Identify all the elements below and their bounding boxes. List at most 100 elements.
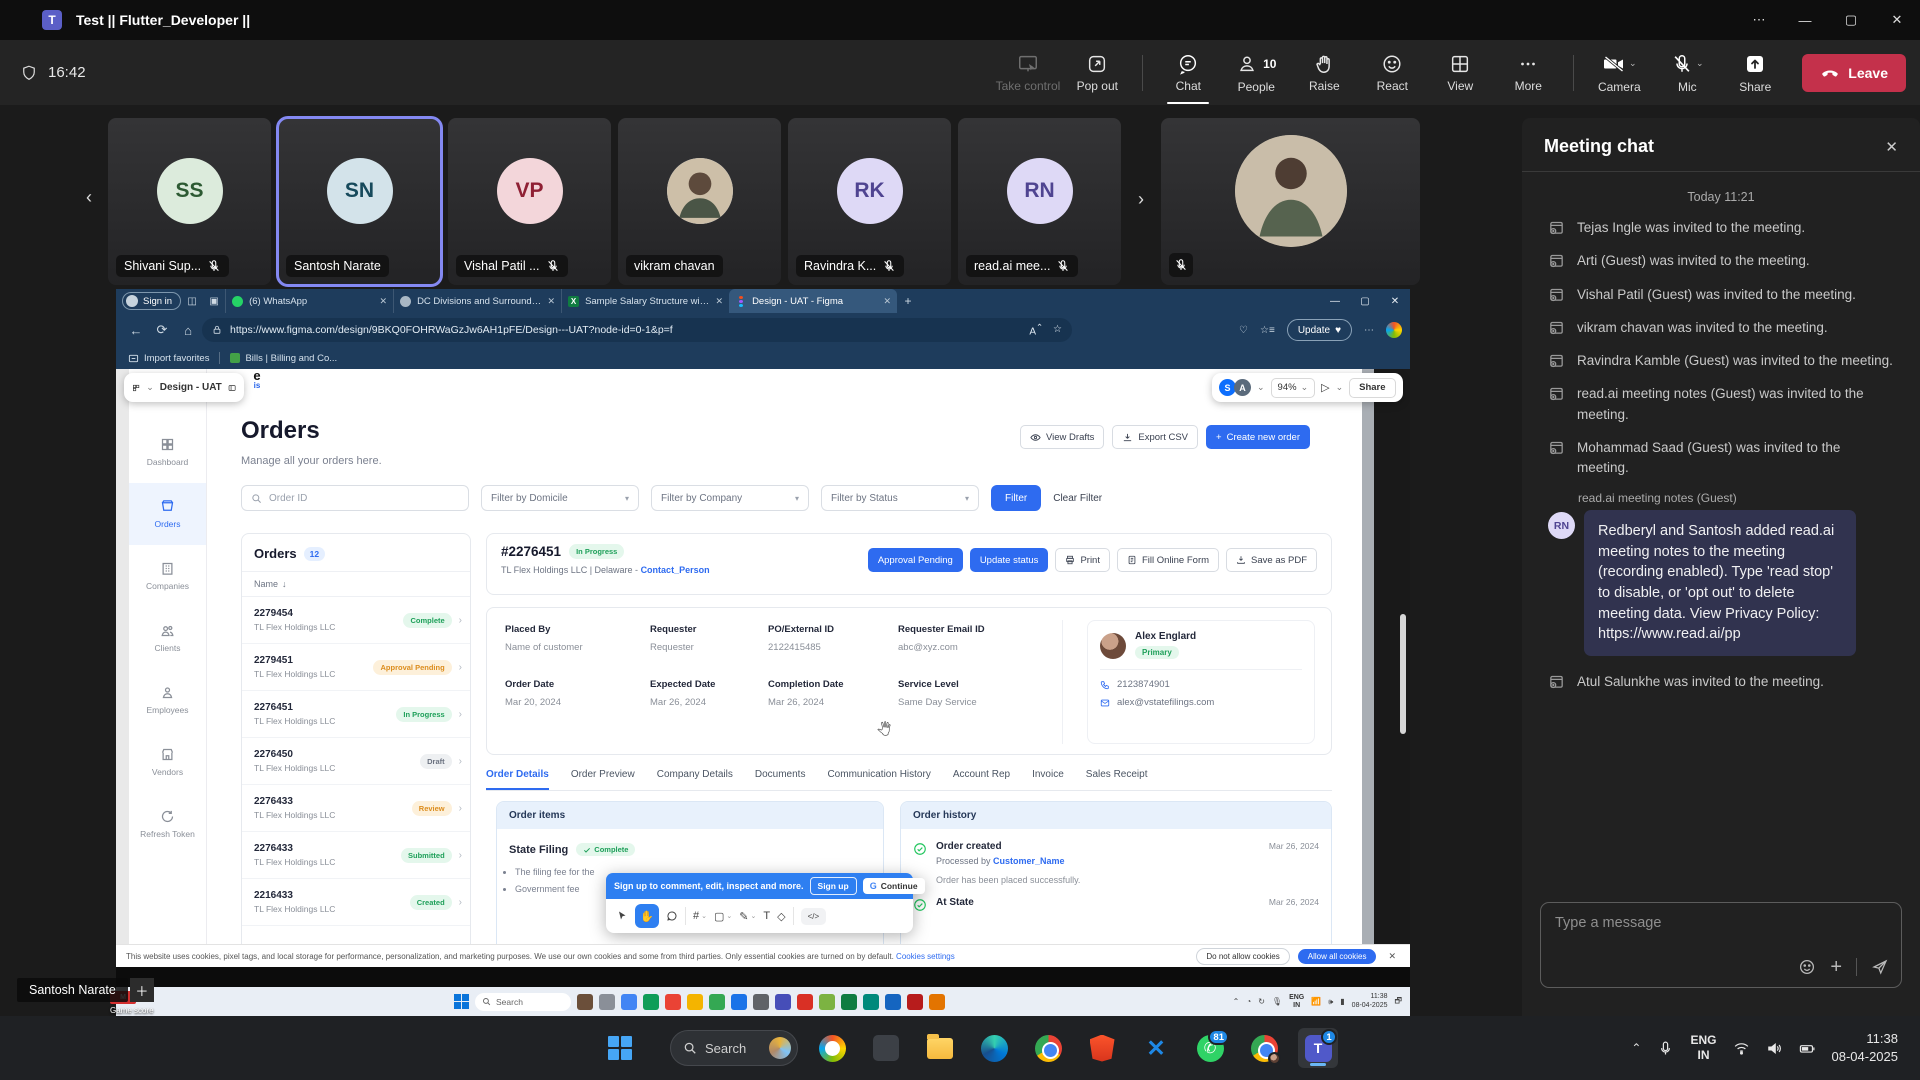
filter-domicile-dropdown[interactable]: Filter by Domicile▾ bbox=[481, 485, 639, 511]
frame-tool-icon[interactable]: #⌄ bbox=[693, 910, 707, 922]
mic-button[interactable]: ⌄ Mic bbox=[1656, 44, 1718, 102]
clear-filter-button[interactable]: Clear Filter bbox=[1053, 493, 1102, 504]
move-tool-icon[interactable] bbox=[616, 910, 628, 922]
pop-out-button[interactable]: Pop out bbox=[1066, 44, 1128, 102]
shared-taskbar-app-icon[interactable] bbox=[819, 994, 835, 1010]
order-row[interactable]: 2216433 TL Flex Holdings LLC Created › bbox=[242, 879, 470, 926]
battery-icon[interactable] bbox=[1799, 1040, 1816, 1057]
shared-taskbar-app-icon[interactable] bbox=[775, 994, 791, 1010]
figma-menu-icon[interactable] bbox=[132, 382, 140, 394]
sidebar-item-employees[interactable]: Employees bbox=[129, 669, 206, 731]
sidebar-item-refresh-token[interactable]: Refresh Token bbox=[129, 793, 206, 855]
shared-taskbar-app-icon[interactable] bbox=[753, 994, 769, 1010]
sidebar-item-orders[interactable]: Orders bbox=[129, 483, 206, 545]
camera-chevron-icon[interactable]: ⌄ bbox=[1629, 58, 1637, 69]
tray-app-icon[interactable]: ◔ bbox=[1246, 997, 1251, 1006]
signup-button[interactable]: Sign up bbox=[810, 877, 857, 895]
raise-hand-button[interactable]: Raise bbox=[1293, 44, 1355, 102]
browser-signin-button[interactable]: Sign in bbox=[122, 292, 181, 310]
shared-taskbar-app-icon[interactable] bbox=[621, 994, 637, 1010]
hand-tool-icon[interactable]: ✋ bbox=[635, 904, 659, 928]
shape-tool-icon[interactable]: ▢⌄ bbox=[714, 910, 732, 923]
dev-mode-icon[interactable]: </> bbox=[801, 908, 827, 925]
attach-plus-icon[interactable]: + bbox=[1830, 957, 1842, 977]
favorite-star-icon[interactable]: ☆ bbox=[1053, 324, 1062, 335]
maximize-icon[interactable]: ▢ bbox=[1828, 0, 1874, 40]
browser-minimize-icon[interactable]: — bbox=[1320, 289, 1350, 313]
file-explorer-icon[interactable] bbox=[920, 1028, 960, 1068]
taskbar-search-box[interactable]: Search bbox=[670, 1030, 798, 1066]
url-field[interactable]: https://www.figma.com/design/9BKQ0FOHRWa… bbox=[202, 318, 1072, 342]
export-csv-button[interactable]: Export CSV bbox=[1112, 425, 1198, 449]
bills-bookmark[interactable]: Bills | Billing and Co... bbox=[230, 353, 337, 364]
battery-icon[interactable]: ▮ bbox=[1340, 997, 1344, 1006]
back-icon[interactable]: ← bbox=[124, 318, 148, 342]
shared-taskbar-app-icon[interactable] bbox=[665, 994, 681, 1010]
order-id-search-input[interactable]: Order ID bbox=[241, 485, 469, 511]
shared-taskbar-app-icon[interactable] bbox=[797, 994, 813, 1010]
orders-column-header[interactable]: Name↓ bbox=[242, 572, 470, 597]
customer-name-link[interactable]: Customer_Name bbox=[993, 856, 1065, 866]
sidebar-item-clients[interactable]: Clients bbox=[129, 607, 206, 669]
order-row[interactable]: 2276433 TL Flex Holdings LLC Review › bbox=[242, 785, 470, 832]
text-tool-icon[interactable]: T bbox=[763, 910, 770, 922]
close-icon[interactable]: ✕ bbox=[1874, 0, 1920, 40]
print-button[interactable]: Print bbox=[1055, 548, 1110, 572]
participant-tile[interactable]: vikram chavan bbox=[618, 118, 781, 285]
tab-account-rep[interactable]: Account Rep bbox=[953, 769, 1010, 790]
refresh-icon[interactable]: ⟳ bbox=[150, 318, 174, 342]
shared-taskbar-app-icon[interactable] bbox=[731, 994, 747, 1010]
spotlight-tile[interactable] bbox=[1161, 118, 1420, 285]
fill-online-form-button[interactable]: Fill Online Form bbox=[1117, 548, 1219, 572]
tray-chevron-icon[interactable]: ⌃ bbox=[1233, 997, 1240, 1006]
wifi-icon[interactable] bbox=[1733, 1040, 1750, 1057]
mic-chevron-icon[interactable]: ⌄ bbox=[1696, 58, 1704, 69]
shared-taskbar-app-icon[interactable] bbox=[643, 994, 659, 1010]
chevron-down-icon[interactable]: ⌄ bbox=[146, 382, 154, 393]
read-aloud-icon[interactable]: A⌃ bbox=[1029, 322, 1043, 337]
tab-close-icon[interactable]: ✕ bbox=[884, 296, 892, 307]
copilot-icon[interactable] bbox=[1386, 322, 1402, 338]
tray-sync-icon[interactable]: ↻ bbox=[1258, 997, 1265, 1006]
create-new-order-button[interactable]: + Create new order bbox=[1206, 425, 1310, 449]
order-row[interactable]: 2279454 TL Flex Holdings LLC Complete › bbox=[242, 597, 470, 644]
shared-language-indicator[interactable]: ENGIN bbox=[1289, 994, 1304, 1009]
tab-close-icon[interactable]: ✕ bbox=[380, 296, 388, 307]
sidebar-item-dashboard[interactable]: Dashboard bbox=[129, 421, 206, 483]
filter-company-dropdown[interactable]: Filter by Company▾ bbox=[651, 485, 809, 511]
google-continue-button[interactable]: G Continue bbox=[863, 878, 925, 894]
home-icon[interactable]: ⌂ bbox=[176, 318, 200, 342]
notification-icon[interactable]: 🗗 bbox=[1394, 995, 1402, 1009]
tab-communication-history[interactable]: Communication History bbox=[827, 769, 930, 790]
send-icon[interactable] bbox=[1871, 958, 1889, 976]
pen-tool-icon[interactable]: ✎⌄ bbox=[739, 910, 756, 923]
view-button[interactable]: View bbox=[1429, 44, 1491, 102]
tab-order-preview[interactable]: Order Preview bbox=[571, 769, 635, 790]
new-tab-icon[interactable]: + bbox=[897, 294, 919, 308]
shared-taskbar-app-icon[interactable] bbox=[841, 994, 857, 1010]
participant-tile[interactable]: RN read.ai mee... bbox=[958, 118, 1121, 285]
shared-taskbar-app-icon[interactable] bbox=[885, 994, 901, 1010]
language-indicator[interactable]: ENGIN bbox=[1690, 1033, 1716, 1063]
shared-taskbar-app-icon[interactable] bbox=[863, 994, 879, 1010]
tray-mic-icon[interactable]: 🎙 bbox=[1272, 997, 1282, 1006]
resources-tool-icon[interactable]: ◇ bbox=[777, 910, 785, 923]
tab-documents[interactable]: Documents bbox=[755, 769, 806, 790]
share-button[interactable]: Share bbox=[1724, 44, 1786, 102]
workspaces-icon[interactable]: ◫ bbox=[181, 292, 203, 310]
order-row[interactable]: 2276433 TL Flex Holdings LLC Submitted › bbox=[242, 832, 470, 879]
volume-icon[interactable]: 🕪 bbox=[1328, 997, 1333, 1007]
next-participants-icon[interactable]: › bbox=[1128, 182, 1154, 216]
chat-button[interactable]: Chat bbox=[1157, 44, 1219, 102]
browser-update-button[interactable]: Update ♥ bbox=[1287, 319, 1352, 341]
update-status-button[interactable]: Update status bbox=[970, 548, 1049, 572]
tray-mic-icon[interactable] bbox=[1657, 1040, 1674, 1057]
favorites-bar-icon[interactable]: ☆≡ bbox=[1260, 325, 1275, 336]
cookie-close-icon[interactable]: ✕ bbox=[1384, 951, 1400, 962]
minimize-icon[interactable]: — bbox=[1782, 0, 1828, 40]
tab-close-icon[interactable]: ✕ bbox=[548, 296, 556, 307]
chevron-down-icon[interactable]: ⌄ bbox=[1336, 382, 1344, 393]
allow-cookies-button[interactable]: Allow all cookies bbox=[1298, 949, 1377, 964]
shared-taskbar-app-icon[interactable] bbox=[577, 994, 593, 1010]
figma-share-button[interactable]: Share bbox=[1349, 378, 1395, 398]
